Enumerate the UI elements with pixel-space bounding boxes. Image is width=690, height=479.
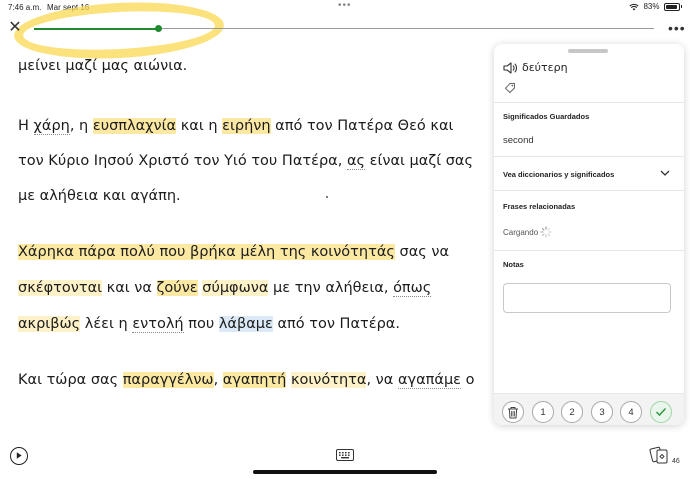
reading-text-run: και η: [176, 118, 223, 134]
reading-text-run: , η: [69, 118, 93, 134]
reading-line: με αλήθεια και αγάπη.: [18, 188, 181, 204]
reading-word[interactable]: σύμφωνα: [202, 280, 269, 296]
wifi-icon: [629, 3, 640, 10]
reading-text-run: , να: [366, 372, 398, 388]
reading-word[interactable]: ειρήνη: [222, 118, 271, 134]
reading-text-run: με αλήθεια και αγάπη.: [18, 188, 181, 204]
status-3-button[interactable]: 3: [591, 401, 613, 423]
reading-word[interactable]: ζούνε: [156, 280, 198, 296]
lesson-progress-bar[interactable]: [34, 25, 654, 32]
more-options-button[interactable]: •••: [668, 20, 686, 36]
notes-label: Notas: [503, 260, 524, 269]
status-2-button[interactable]: 2: [561, 401, 583, 423]
saved-meanings-label: Significados Guardados: [503, 112, 590, 121]
reading-text-run: ,: [213, 372, 223, 388]
battery-percent: 83%: [643, 2, 660, 11]
play-audio-button[interactable]: [10, 447, 28, 465]
reading-text-run: από τον Πατέρα.: [272, 316, 400, 332]
text-cursor-dot: [326, 196, 328, 198]
flashcards-count: 46: [672, 458, 680, 465]
keyboard-icon[interactable]: [336, 449, 354, 461]
status-right: 83%: [629, 2, 682, 11]
reading-text-run: από τον Πατέρα Θεό και: [270, 118, 454, 134]
loading-text: Cargando: [503, 228, 539, 237]
reading-word[interactable]: ακριβώς: [18, 316, 81, 332]
reading-text-run: Και τώρα σας: [18, 372, 123, 388]
reading-word[interactable]: παραγγέλνω: [122, 372, 214, 388]
home-indicator[interactable]: [253, 470, 437, 474]
reading-text-run: Η: [18, 118, 34, 134]
speaker-icon[interactable]: [503, 61, 517, 74]
battery-icon: [663, 2, 680, 11]
reading-text-run: και να: [102, 280, 157, 296]
separator: [494, 250, 684, 251]
reading-text-run: μείνει μαζί μας αιώνια.: [18, 58, 188, 74]
multitasking-dots-icon[interactable]: •••: [338, 0, 352, 11]
saved-meaning[interactable]: second: [503, 135, 534, 146]
related-phrases-label: Frases relacionadas: [503, 202, 576, 211]
play-icon: [16, 452, 22, 459]
term-row: δεύτερη: [503, 61, 568, 74]
reading-line: τον Κύριο Ιησού Χριστό τον Υιό του Πατέρ…: [18, 153, 473, 170]
reading-text-run: που: [183, 316, 219, 332]
reading-text-run: τον Κύριο Ιησού Χριστό τον Υιό του Πατέρ…: [18, 153, 347, 169]
status-1-button[interactable]: 1: [532, 401, 554, 423]
chevron-down-icon[interactable]: [660, 169, 670, 177]
reading-line: Και τώρα σας παραγγέλνω, αγαπητή κοινότη…: [18, 372, 475, 389]
dictionaries-label[interactable]: Vea diccionarios y significados: [503, 170, 614, 179]
reading-line: ακριβώς λέει η εντολή που λάβαμε από τον…: [18, 316, 400, 333]
status-button-bar: 1 2 3 4: [494, 393, 684, 425]
reading-text-run: με την αλήθεια,: [268, 280, 394, 296]
reading-word[interactable]: αγαπητή: [222, 372, 287, 388]
separator: [494, 190, 684, 191]
close-button[interactable]: ✕: [7, 20, 23, 36]
reading-text-run: σας να: [394, 244, 450, 260]
reading-word[interactable]: εντολή: [132, 316, 184, 333]
reading-line: Χάρηκα πάρα πολύ που βρήκα μέλη της κοιν…: [18, 244, 449, 260]
reading-word[interactable]: Χάρηκα πάρα πολύ που βρήκα μέλη της κοιν…: [18, 244, 395, 260]
separator: [494, 156, 684, 157]
reading-word[interactable]: αγαπάμε: [397, 372, 462, 389]
reading-word[interactable]: χάρη: [33, 118, 70, 135]
lesson-progress-knob[interactable]: [155, 25, 162, 32]
known-check-button[interactable]: [650, 401, 672, 423]
reading-word[interactable]: ας: [346, 153, 366, 170]
lesson-progress-fill: [34, 27, 158, 30]
check-icon: [655, 407, 667, 417]
reading-line: μείνει μαζί μας αιώνια.: [18, 58, 187, 74]
panel-grabber[interactable]: [568, 49, 608, 53]
reading-text-run: ο: [461, 372, 475, 388]
status-4-button[interactable]: 4: [620, 401, 642, 423]
reading-word[interactable]: ευσπλαχνία: [92, 118, 177, 134]
word-detail-panel: δεύτερη Significados Guardados second Ve…: [494, 44, 684, 425]
reading-text-run: είναι μαζί σας: [365, 153, 473, 169]
reading-line: σκέφτονται και να ζούνε σύμφωνα με την α…: [18, 280, 432, 297]
term-text: δεύτερη: [522, 61, 568, 74]
reading-text-run: λέει η: [80, 316, 133, 332]
separator: [494, 102, 684, 103]
tag-icon[interactable]: [504, 82, 516, 94]
reading-word[interactable]: όπως: [393, 280, 432, 297]
trash-icon: [508, 406, 518, 418]
battery-tip: [680, 5, 682, 8]
reading-word[interactable]: κοινότητα: [290, 372, 367, 388]
reading-word[interactable]: λάβαμε: [218, 316, 273, 332]
status-time: 7:46 a.m.: [8, 3, 42, 12]
reading-line: Η χάρη, η ευσπλαχνία και η ειρήνη από το…: [18, 118, 454, 135]
flashcards-icon[interactable]: [649, 444, 671, 466]
loading-spinner-icon: [540, 226, 552, 238]
reading-word[interactable]: σκέφτονται: [18, 280, 103, 296]
ignore-trash-button[interactable]: [502, 401, 524, 423]
notes-input[interactable]: [503, 283, 671, 313]
